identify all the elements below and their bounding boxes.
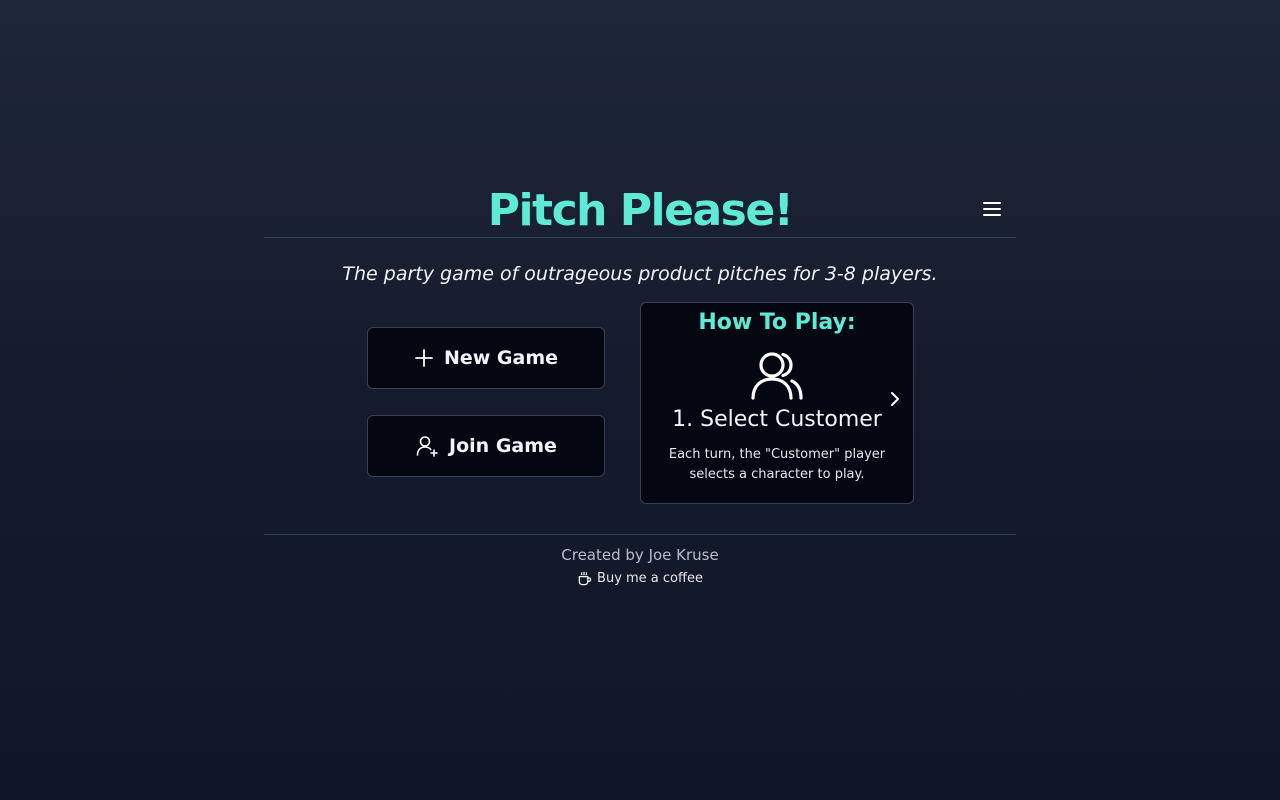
coffee-cup-icon [578, 571, 592, 586]
chevron-right-icon [891, 392, 899, 406]
hamburger-menu-icon [983, 202, 1001, 216]
menu-button[interactable] [982, 199, 1002, 219]
buy-me-a-coffee-label: Buy me a coffee [597, 571, 703, 586]
how-to-play-step-description: Each turn, the "Customer" player selects… [668, 447, 886, 482]
join-game-label: Join Game [449, 435, 557, 457]
next-step-button[interactable] [887, 391, 903, 407]
buy-me-a-coffee-link[interactable]: Buy me a coffee [577, 571, 703, 586]
page-title: Pitch Please! [487, 185, 794, 236]
credit-text: Created by Joe Kruse [561, 546, 719, 564]
plus-icon [415, 349, 433, 367]
join-game-button[interactable]: Join Game [367, 415, 605, 477]
tagline: The party game of outrageous product pit… [342, 263, 938, 285]
actions-area: New Game Join Game How To Play: 1. Selec… [264, 302, 1016, 512]
users-icon [750, 351, 804, 401]
new-game-button[interactable]: New Game [367, 327, 605, 389]
header: Pitch Please! [264, 178, 1016, 238]
user-plus-icon [416, 436, 438, 457]
how-to-play-step-title: 1. Select Customer [672, 407, 882, 432]
how-to-play-card: How To Play: 1. Select Customer Each tur… [640, 302, 914, 504]
main-container: Pitch Please! The party game of outrageo… [264, 178, 1016, 590]
new-game-label: New Game [443, 347, 559, 369]
footer: Created by Joe Kruse Buy me a coffee [264, 534, 1016, 590]
how-to-play-title: How To Play: [698, 310, 856, 335]
